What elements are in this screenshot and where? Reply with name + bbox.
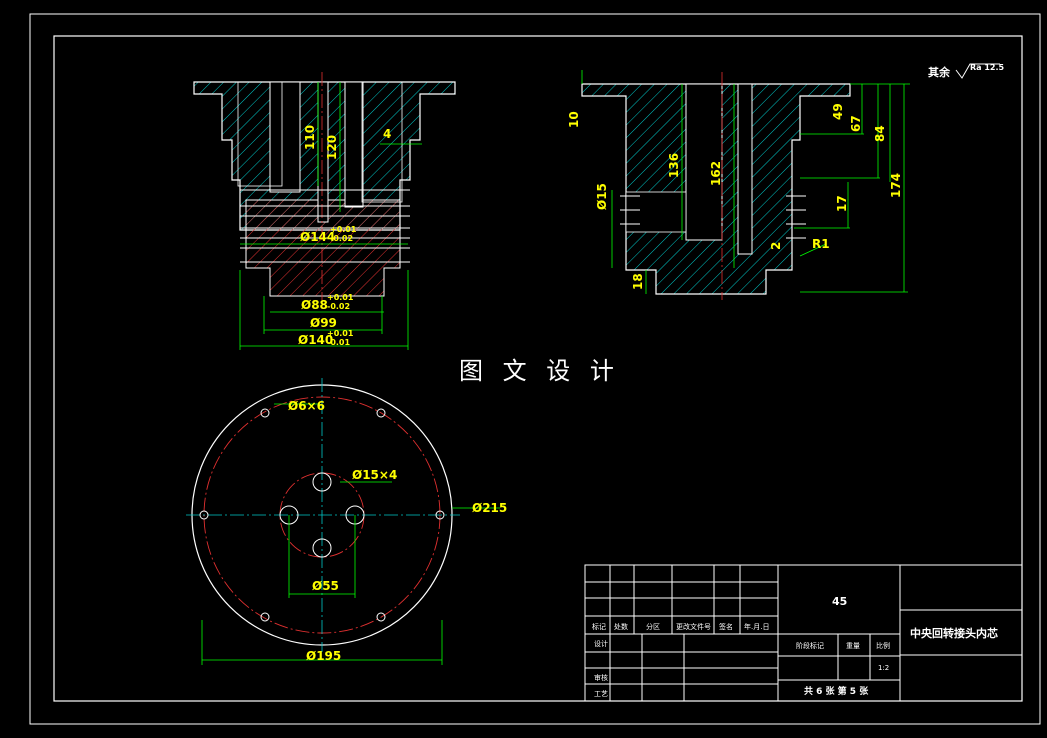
label-change-doc: 更改文件号 [676, 622, 711, 631]
dim-d55: Ø55 [312, 579, 339, 593]
dim-holes6: Ø6×6 [288, 399, 325, 413]
cad-drawing: 110 120 4 Ø144 +0.01 -0.02 Ø88 +0.01 -0.… [29, 13, 1041, 725]
label-weight: 重量 [846, 642, 860, 650]
watermark: 图 文 设 计 [459, 357, 620, 385]
dim-120: 120 [325, 135, 339, 160]
dim-84: 84 [873, 125, 887, 142]
dim-d140-tol-up: +0.01 [327, 329, 354, 338]
dim-10: 10 [567, 111, 581, 128]
dim-d144-tol-up: +0.01 [330, 225, 357, 234]
label-date: 年.月.日 [744, 622, 769, 631]
dim-d215: Ø215 [472, 501, 507, 515]
dim-17: 17 [835, 195, 849, 212]
surface-note-value: Ra 12.5 [970, 63, 1005, 72]
label-review: 审核 [594, 673, 608, 682]
dim-d15: Ø15 [595, 183, 609, 210]
label-count: 处数 [614, 622, 628, 631]
dim-d99: Ø99 [310, 316, 337, 330]
top-view [186, 378, 500, 665]
dim-d88: Ø88 [301, 298, 328, 312]
label-mark: 标记 [592, 622, 606, 631]
sheet-info: 共 6 张 第 5 张 [804, 685, 869, 697]
label-design: 设计 [594, 639, 608, 648]
material: 45 [832, 595, 847, 608]
dim-holes15: Ø15×4 [352, 468, 397, 482]
dim-67: 67 [849, 115, 863, 132]
dim-110: 110 [303, 125, 317, 150]
dim-d140-tol-lo: -0.01 [327, 338, 350, 347]
dim-r1: R1 [812, 237, 830, 251]
dim-174: 174 [889, 173, 903, 198]
dim-162: 162 [709, 161, 723, 186]
dim-136: 136 [667, 153, 681, 178]
dim-d88-tol-up: +0.01 [327, 293, 354, 302]
label-sign: 签名 [719, 622, 733, 631]
label-process: 工艺 [594, 690, 608, 698]
section-view [581, 70, 910, 300]
label-stage-mark: 阶段标记 [796, 641, 824, 650]
scale-value: 1:2 [878, 664, 889, 672]
dim-d88-tol-lo: -0.02 [327, 302, 350, 311]
label-scale: 比例 [876, 641, 890, 650]
label-zone: 分区 [646, 622, 660, 631]
dim-18: 18 [631, 273, 645, 290]
surface-note-prefix: 其余 [928, 65, 951, 79]
dim-d144-tol-lo: -0.02 [330, 234, 353, 243]
dim-4: 4 [383, 127, 391, 141]
dim-d195: Ø195 [306, 649, 341, 663]
part-name: 中央回转接头内芯 [910, 626, 998, 640]
dim-2: 2 [769, 242, 783, 250]
dim-49: 49 [831, 103, 845, 120]
